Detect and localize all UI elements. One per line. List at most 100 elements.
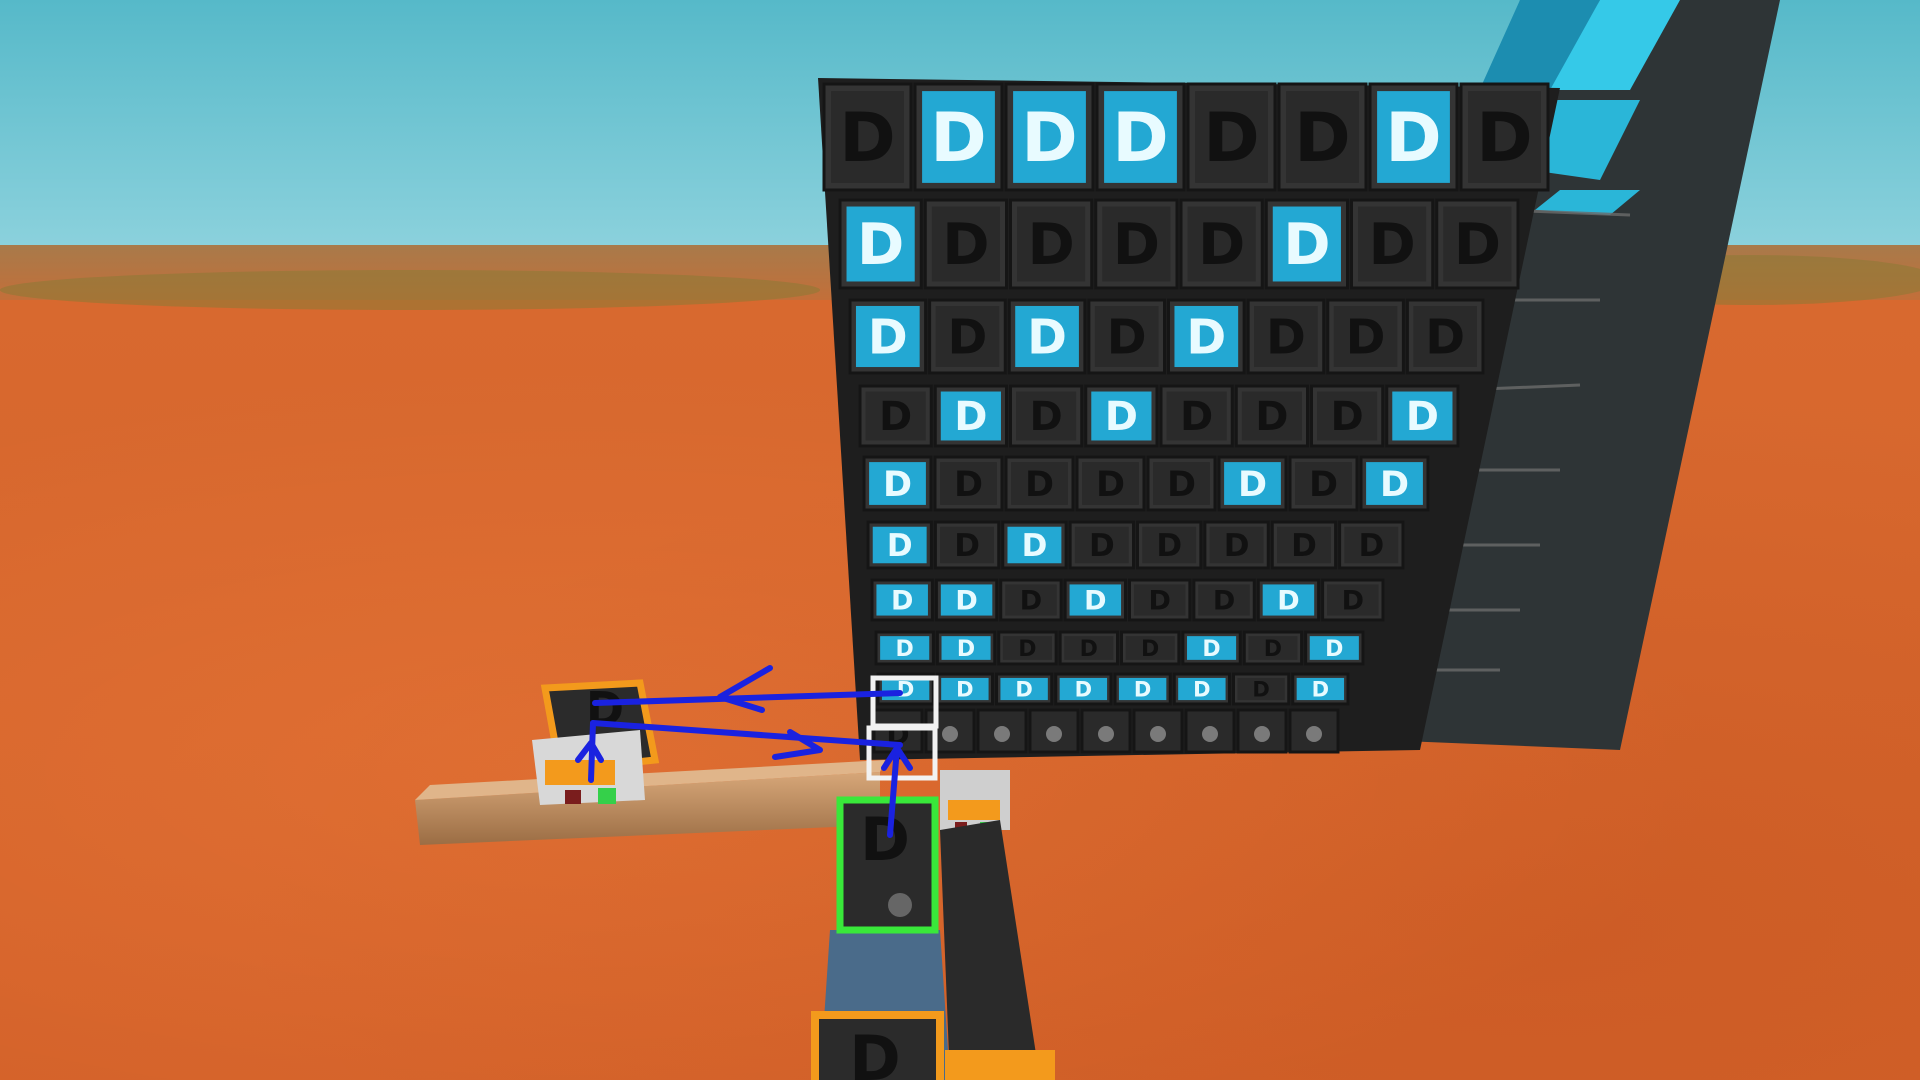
logic-gate-on[interactable]: D [848,298,928,375]
logic-gate-off[interactable]: D [1004,455,1075,512]
logic-gate-on[interactable]: D [995,672,1054,706]
logic-gate-d-icon: D [1203,99,1259,178]
logic-gate-off[interactable]: D [1192,578,1256,622]
sensor-row: D [872,708,1340,754]
logic-gate-off[interactable]: D [1120,630,1181,666]
logic-gate-off[interactable]: D [1087,298,1166,375]
logic-gate-on[interactable]: D [1217,455,1288,512]
logic-gate-d-icon: D [1291,528,1317,564]
logic-gate-on[interactable]: D [1368,82,1459,192]
sensor-lens-icon [1254,726,1270,742]
logic-gate-on[interactable]: D [838,198,923,290]
logic-gate-d-icon: D [1020,586,1042,617]
logic-gate-off[interactable]: D [1242,630,1304,666]
logic-gate-d-icon: D [1224,528,1250,564]
logic-gate-off[interactable]: D [1405,298,1485,375]
logic-gate-off[interactable]: D [1310,384,1385,448]
logic-gate-off[interactable]: D [1186,82,1277,192]
logic-gate-on[interactable]: D [935,672,994,706]
logic-gate-off[interactable]: D [1009,198,1094,290]
logic-gate-d-icon: D [1454,212,1501,278]
logic-gate-d-icon: D [1096,465,1125,505]
logic-gate-on[interactable]: D [1181,630,1242,666]
sensor-block[interactable] [976,708,1028,754]
logic-gate-on[interactable]: D [1385,384,1460,448]
logic-gate-d-icon: D [1167,465,1196,505]
logic-gate-off[interactable]: D [1321,578,1385,622]
logic-gate-d-icon: D [1277,586,1299,617]
logic-gate-off[interactable]: D [1232,672,1291,706]
logic-gate-d-icon: D [1252,677,1269,701]
sensor-lens-icon [1202,726,1218,742]
logic-gate-on[interactable]: D [1172,672,1231,706]
logic-gate-d-icon: D [1358,528,1384,564]
logic-gate-off[interactable]: D [1435,198,1520,290]
logic-gate-off[interactable]: D [1159,384,1234,448]
logic-gate-d-icon: D [849,1022,900,1080]
sensor-block[interactable] [1080,708,1132,754]
logic-gate-off[interactable]: D [1338,520,1405,570]
logic-gate-on[interactable]: D [1291,672,1350,706]
logic-gate-off[interactable]: D [1203,520,1270,570]
sensor-block[interactable] [1184,708,1236,754]
logic-gate-off[interactable]: D [1128,578,1192,622]
logic-gate-d-icon: D [954,465,983,505]
logic-gate-on[interactable]: D [935,630,997,666]
logic-gate-off[interactable]: D [933,455,1004,512]
logic-gate-d-icon: D [1134,677,1151,701]
wooden-beam [415,760,885,845]
sensor-block[interactable] [1236,708,1288,754]
logic-gate-on[interactable]: D [866,520,933,570]
selected-logic-gate-green[interactable]: D [836,796,939,934]
logic-gate-on[interactable]: D [862,455,933,512]
logic-gate-off[interactable]: D [1094,198,1179,290]
logic-gate-on[interactable]: D [1256,578,1321,622]
sensor-block[interactable] [1132,708,1184,754]
logic-gate-off[interactable]: D [1068,520,1135,570]
logic-gate-off[interactable]: D [1179,198,1264,290]
logic-gate-on[interactable]: D [1007,298,1087,375]
logic-gate-off[interactable]: D [1009,384,1084,448]
logic-gate-on[interactable]: D [934,578,999,622]
logic-gate-off[interactable]: D [1146,455,1217,512]
logic-gate-off[interactable]: D [822,82,913,192]
logic-gate-off[interactable]: D [1234,384,1309,448]
logic-gate-on[interactable]: D [1304,630,1365,666]
logic-gate-on[interactable]: D [1264,198,1349,290]
logic-gate-off[interactable]: D [1277,82,1368,192]
logic-gate-on[interactable]: D [1113,672,1172,706]
sensor-block[interactable] [1288,708,1340,754]
logic-gate-on[interactable]: D [1359,455,1430,512]
logic-gate-on[interactable]: D [913,82,1004,192]
logic-gate-off[interactable]: D [923,198,1008,290]
logic-gate-on[interactable]: D [1004,82,1095,192]
logic-gate-on[interactable]: D [1084,384,1159,448]
logic-gate-on[interactable]: D [1063,578,1127,622]
logic-gate-on[interactable]: D [933,384,1008,448]
logic-gate-off[interactable]: D [1058,630,1119,666]
logic-gate-off[interactable]: D [933,520,1001,570]
logic-gate-on[interactable]: D [870,578,934,622]
logic-gate-off[interactable]: D [1350,198,1435,290]
logic-gate-off[interactable]: D [1075,455,1146,512]
logic-gate-on[interactable]: D [1167,298,1246,375]
logic-gate-off[interactable]: D [999,578,1063,622]
logic-gate-off[interactable]: D [1288,455,1359,512]
logic-gate-d-icon: D [954,528,980,564]
logic-gate-off[interactable]: D [1136,520,1203,570]
logic-gate-off[interactable]: D [1270,520,1338,570]
logic-gate-d-icon: D [1368,212,1415,278]
logic-gate-on[interactable]: D [1095,82,1186,192]
logic-gate-off[interactable]: D [1459,82,1550,192]
logic-gate-d-icon: D [1202,637,1220,662]
logic-gate-off[interactable]: D [1326,298,1405,375]
logic-gate-on[interactable]: D [1001,520,1068,570]
logic-gate-off[interactable]: D [1246,298,1326,375]
logic-gate-off[interactable]: D [928,298,1007,375]
sensor-block[interactable] [1028,708,1080,754]
logic-gate-off[interactable]: D [858,384,933,448]
logic-gate-on[interactable]: D [874,630,935,666]
logic-gate-off[interactable]: D [997,630,1058,666]
game-viewport[interactable]: DDDDDDDDDDDDDDDDDDDDDDDDDDDDDDDDDDDDDDDD… [0,0,1920,1080]
logic-gate-on[interactable]: D [1054,672,1113,706]
